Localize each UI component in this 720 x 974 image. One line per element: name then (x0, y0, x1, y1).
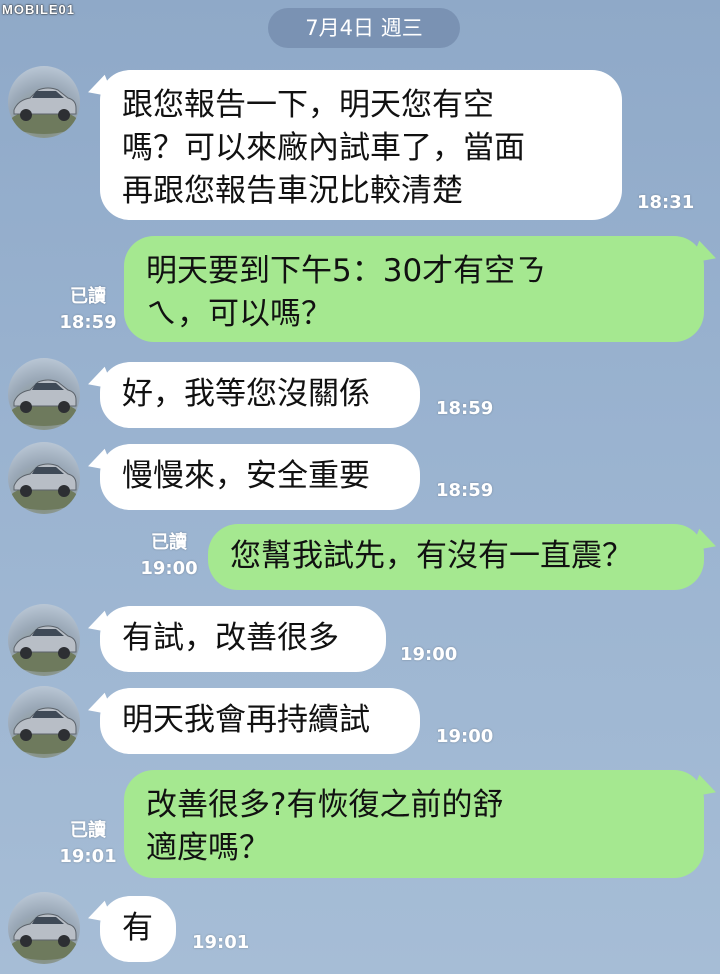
message-bubble-8[interactable]: 改善很多?有恢復之前的舒 適度嗎？ (124, 770, 704, 878)
message-text: 慢慢來，安全重要 (122, 458, 370, 494)
date-header: 7月4日 週三 (268, 8, 460, 48)
car-avatar-icon (10, 463, 78, 510)
message-text: 明天我會再持續試 (122, 702, 370, 738)
message-bubble-1[interactable]: 跟您報告一下，明天您有空 嗎？可以來廠內試車了，當面 再跟您報告車況比較清楚 (100, 70, 622, 220)
message-text: 有試，改善很多 (122, 620, 339, 656)
message-bubble-6[interactable]: 有試，改善很多 (100, 606, 386, 672)
read-receipt: 已讀 19:01 (59, 820, 117, 867)
contact-avatar[interactable] (8, 686, 80, 758)
contact-avatar[interactable] (8, 66, 80, 138)
message-time: 18:31 (637, 192, 695, 213)
car-avatar-icon (10, 913, 78, 960)
message-time: 19:00 (436, 726, 494, 747)
car-avatar-icon (10, 707, 78, 754)
message-text: 改善很多?有恢復之前的舒 適度嗎？ (146, 787, 504, 866)
message-time: 19:00 (400, 644, 458, 665)
message-bubble-3[interactable]: 好，我等您沒關係 (100, 362, 420, 428)
message-text: 有 (122, 910, 153, 946)
message-text: 跟您報告一下，明天您有空 嗎？可以來廠內試車了，當面 再跟您報告車況比較清楚 (122, 87, 525, 209)
message-bubble-4[interactable]: 慢慢來，安全重要 (100, 444, 420, 510)
car-avatar-icon (10, 87, 78, 134)
message-text: 明天要到下午5：30才有空ㄋ ㄟ，可以嗎？ (146, 253, 547, 332)
contact-avatar[interactable] (8, 892, 80, 964)
message-time: 18:59 (436, 480, 494, 501)
message-text: 好，我等您沒關係 (122, 376, 370, 412)
message-bubble-5[interactable]: 您幫我試先，有沒有一直震？ (208, 524, 704, 590)
watermark: MOBILE01 (2, 2, 76, 17)
message-bubble-2[interactable]: 明天要到下午5：30才有空ㄋ ㄟ，可以嗎？ (124, 236, 704, 342)
message-time: 19:01 (192, 932, 250, 953)
message-text: 您幫我試先，有沒有一直震？ (230, 538, 633, 574)
message-time: 18:59 (436, 398, 494, 419)
message-bubble-7[interactable]: 明天我會再持續試 (100, 688, 420, 754)
contact-avatar[interactable] (8, 604, 80, 676)
contact-avatar[interactable] (8, 442, 80, 514)
contact-avatar[interactable] (8, 358, 80, 430)
car-avatar-icon (10, 625, 78, 672)
car-avatar-icon (10, 379, 78, 426)
read-receipt: 已讀 19:00 (140, 532, 198, 579)
message-bubble-9[interactable]: 有 (100, 896, 176, 962)
read-receipt: 已讀 18:59 (59, 286, 117, 333)
